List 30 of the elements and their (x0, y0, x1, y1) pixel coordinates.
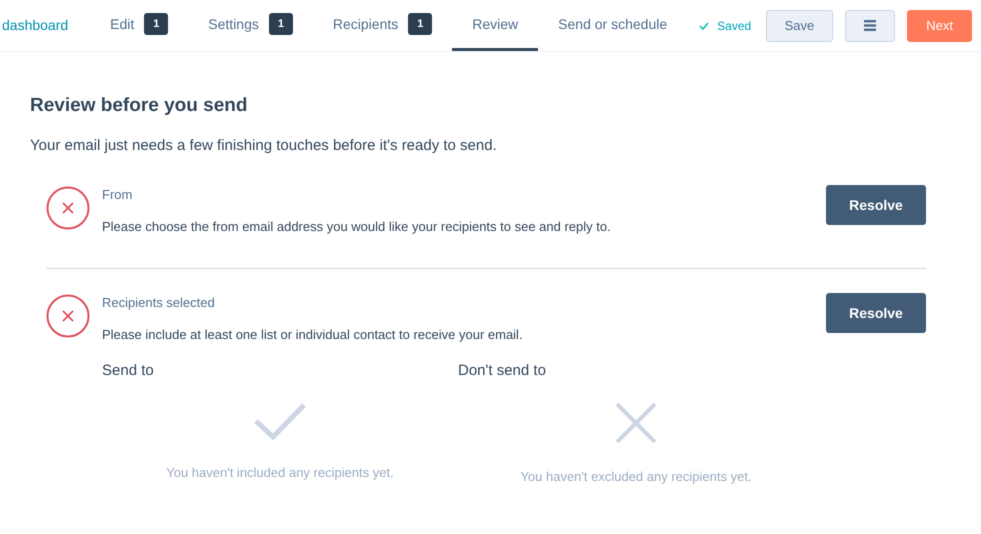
issue-title: Recipients selected (102, 294, 216, 312)
empty-state-text: You haven't included any recipients yet. (165, 464, 395, 482)
issue-title: From (102, 186, 134, 204)
column-heading: Don't send to (458, 361, 547, 381)
page-title: Review before you send (30, 94, 249, 118)
saved-status: Saved (717, 18, 752, 34)
nav-tab[interactable]: Review (452, 0, 538, 51)
nav-tab[interactable]: Send or schedule (538, 0, 688, 51)
checkmark-icon (253, 400, 307, 440)
issue-message: Please choose the from email address you would like your recipients to see and reply to. (102, 218, 612, 236)
empty-state-text: You haven't excluded any recipients yet. (519, 468, 753, 486)
error-icon (46, 294, 90, 338)
page-subtitle: Your email just needs a few finishing touches before it's ready to send. (30, 136, 498, 156)
save-button[interactable]: Save (766, 10, 834, 42)
column-heading: Send to (102, 361, 155, 381)
resolve-button[interactable]: Resolve (826, 293, 926, 333)
nav-tab[interactable]: Settings 1 (188, 0, 313, 51)
count-badge: 1 (408, 13, 432, 35)
error-icon (46, 186, 90, 230)
nav-tab[interactable]: Recipients 1 (312, 0, 452, 51)
resolve-button[interactable]: Resolve (826, 185, 926, 225)
issue-message: Please include at least one list or individual contact to receive your email. (102, 326, 524, 344)
dashboard-link[interactable]: dashboard (0, 15, 68, 36)
count-badge: 1 (268, 13, 293, 35)
cross-icon (614, 400, 658, 444)
menu-icon (864, 20, 876, 31)
count-badge: 1 (144, 13, 168, 35)
nav-tab[interactable]: Edit 1 (90, 0, 188, 51)
menu-button[interactable] (845, 10, 896, 42)
check-icon (699, 22, 710, 30)
